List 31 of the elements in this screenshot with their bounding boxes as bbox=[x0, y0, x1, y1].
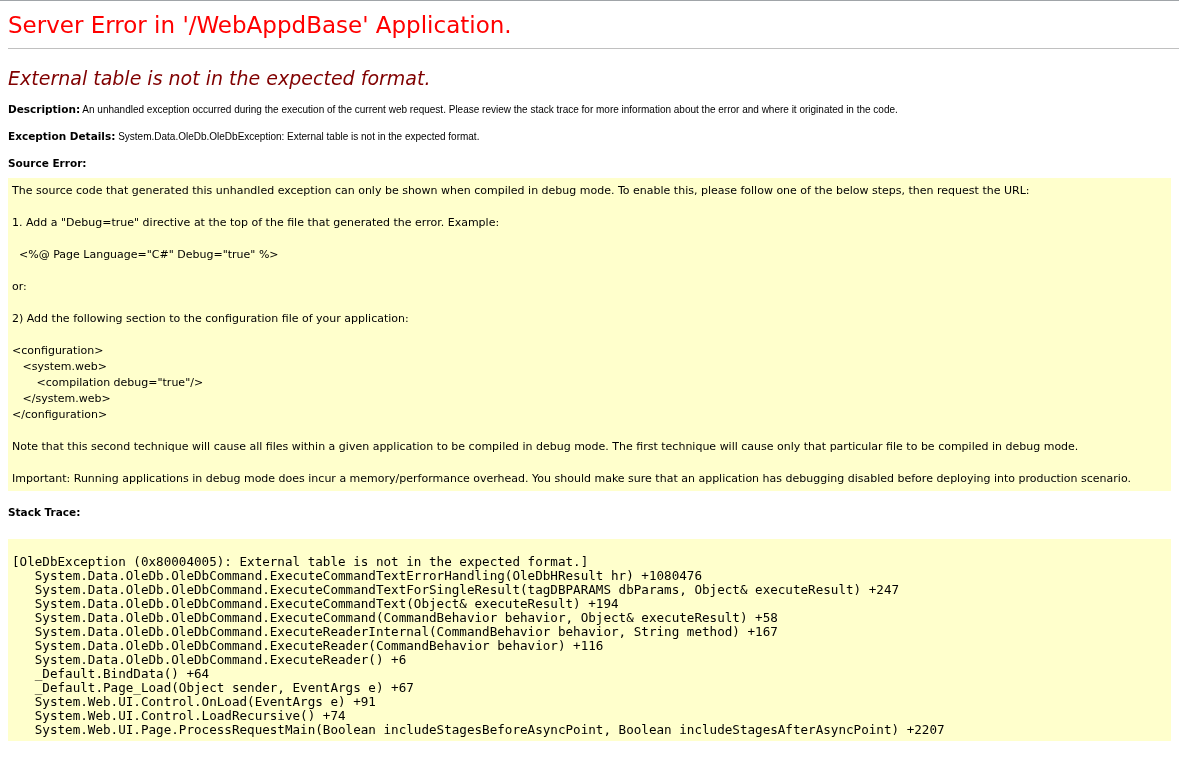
stack-trace-line: _Default.BindData() +64 bbox=[33, 667, 210, 681]
stack-trace-line: System.Web.UI.Control.LoadRecursive() +74 bbox=[33, 709, 347, 723]
section-heading: Source Error: bbox=[8, 156, 88, 170]
exception-details-text: Exception Details: System.Data.OleDb.OleDbException: External table is not in the expected format. bbox=[8, 129, 481, 144]
source-error-line: The source code that generated this unhandled exception can only be shown when compiled in debug mode. To enable this, please follow one of the below steps, then request the URL: bbox=[12, 183, 1031, 199]
source-error-line: or: bbox=[12, 279, 28, 295]
stack-trace-line: System.Data.OleDb.OleDbCommand.ExecuteCommandTextErrorHandling(OleDbHResult hr) +1080476 bbox=[34, 569, 703, 583]
stack-trace-line: _Default.Page_Load(Object sender, EventArgs e) +67 bbox=[33, 681, 415, 695]
source-error-line: Note that this second technique will cause all files within a given application to be compiled in debug mode. The first technique will cause only that particular file to be compiled in debug mode. bbox=[12, 439, 1080, 455]
stack-trace-line: System.Web.UI.Page.ProcessRequestMain(Boolean includeStagesBeforeAsyncPoint, Boolean includeStagesAfterAsyncPoint) +2207 bbox=[33, 723, 946, 737]
error-message: External table is not in the expected format. bbox=[8, 66, 432, 90]
source-error-line: <compilation debug="true"/> bbox=[35, 375, 205, 391]
stack-trace-line: System.Data.OleDb.OleDbCommand.ExecuteCommandText(Object& executeResult) +194 bbox=[33, 597, 620, 611]
description-text: Description: An unhandled exception occurred during the execution of the current web request. Please review the stack trace for more information about the error and where it originated in the code. bbox=[8, 102, 899, 117]
source-error-line: <configuration> bbox=[12, 343, 105, 359]
page-title: Server Error in '/WebAppdBase' Application. bbox=[8, 11, 513, 39]
source-error-line: 1. Add a "Debug=true" directive at the top of the file that generated the error. Example: bbox=[12, 215, 501, 231]
stack-trace-line: System.Web.UI.Control.OnLoad(EventArgs e) +91 bbox=[33, 695, 377, 709]
source-error-line: Important: Running applications in debug mode does incur a memory/performance overhead. You should make sure that an application has debugging disabled before deploying into production scenario. bbox=[12, 471, 1132, 487]
source-error-line: <system.web> bbox=[21, 359, 108, 375]
source-error-line: </system.web> bbox=[21, 391, 112, 407]
stack-trace-line: [OleDbException (0x80004005): External table is not in the expected format.] bbox=[12, 555, 590, 569]
stack-trace-line: System.Data.OleDb.OleDbCommand.ExecuteReader() +6 bbox=[33, 653, 407, 667]
section-heading: Stack Trace: bbox=[8, 505, 82, 519]
source-error-line: </configuration> bbox=[12, 407, 109, 423]
stack-trace-line: System.Data.OleDb.OleDbCommand.ExecuteCommand(CommandBehavior behavior, Object& executeResult) +58 bbox=[33, 611, 779, 625]
stack-trace-line: System.Data.OleDb.OleDbCommand.ExecuteReaderInternal(CommandBehavior behavior, String method) +167 bbox=[33, 625, 779, 639]
source-error-line: <%@ Page Language="C#" Debug="true" %> bbox=[18, 247, 280, 263]
stack-trace-line: System.Data.OleDb.OleDbCommand.ExecuteCommandTextForSingleResult(tagDBPARAMS dbParams, Object& executeResult) +247 bbox=[33, 583, 901, 597]
source-error-line: 2) Add the following section to the configuration file of your application: bbox=[12, 311, 410, 327]
stack-trace-line: System.Data.OleDb.OleDbCommand.ExecuteReader(CommandBehavior behavior) +116 bbox=[33, 639, 605, 653]
